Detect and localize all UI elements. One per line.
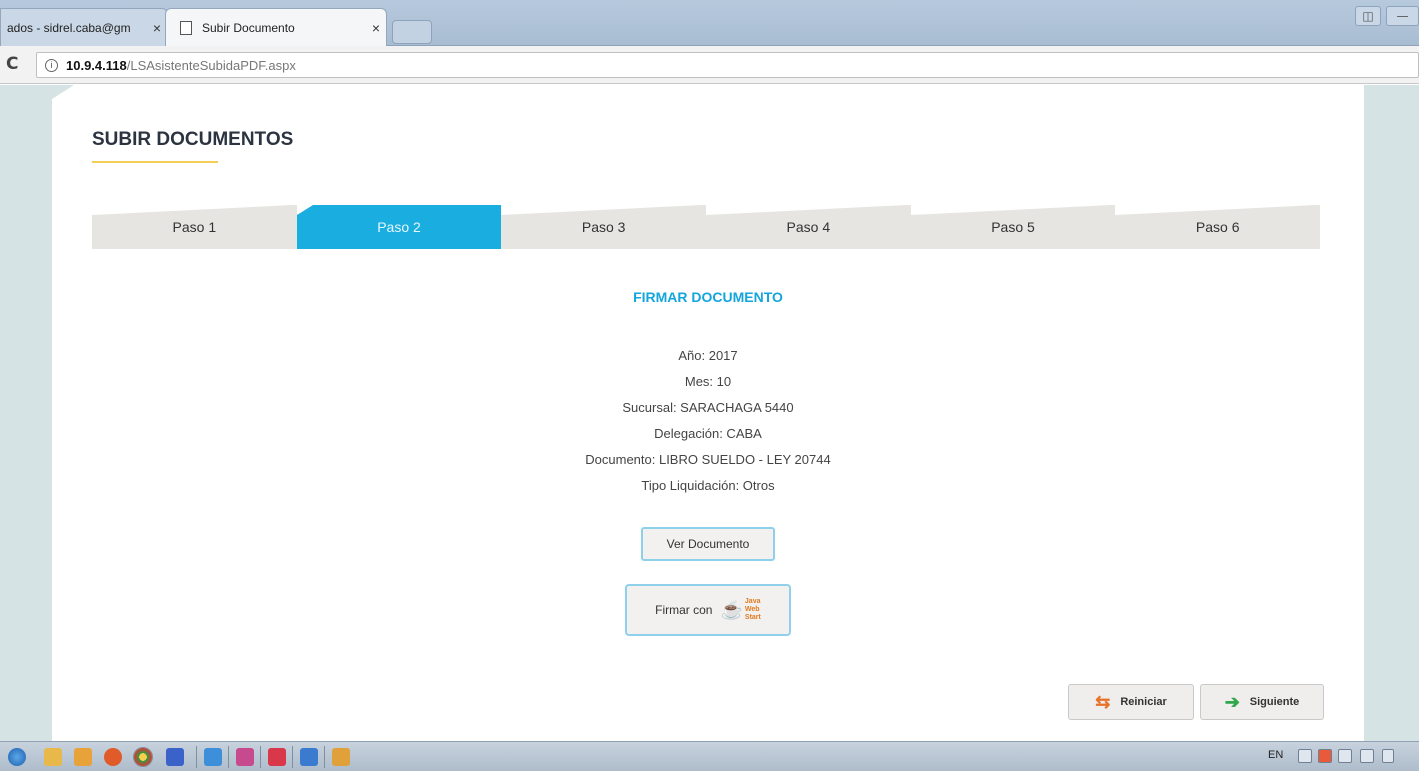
taskbar-separator — [324, 746, 325, 768]
app-icon[interactable] — [332, 748, 350, 766]
shield-icon[interactable] — [268, 748, 286, 766]
network-icon[interactable] — [300, 748, 318, 766]
firmar-label: Firmar con — [655, 603, 713, 617]
ver-documento-button[interactable]: Ver Documento — [641, 527, 775, 561]
siguiente-button[interactable]: ➔ Siguiente — [1200, 684, 1324, 720]
step-4: Paso 4 — [706, 205, 911, 249]
alert-icon[interactable] — [1318, 749, 1332, 763]
step-1: Paso 1 — [92, 205, 297, 249]
java-web-start-icon: ☕ Java Web Start — [720, 598, 760, 622]
step-2-active: Paso 2 — [296, 205, 502, 249]
title-underline — [92, 161, 218, 163]
step-label: Paso 3 — [581, 219, 626, 235]
info-delegacion: Delegación: CABA — [654, 426, 762, 441]
address-bar: C i 10.9.4.118 /LSAsistenteSubidaPDF.asp… — [0, 46, 1419, 84]
browser-tab-subir-documento[interactable]: Subir Documento × — [165, 8, 387, 46]
step-label: Paso 4 — [786, 219, 831, 235]
step-3: Paso 3 — [501, 205, 707, 249]
network-tray-icon[interactable] — [1360, 749, 1374, 763]
tab-title: Subir Documento — [202, 20, 295, 35]
taskbar-separator — [292, 746, 293, 768]
document-info: Año: 2017 Mes: 10 Sucursal: SARACHAGA 54… — [52, 343, 1364, 499]
document-icon — [180, 20, 192, 35]
tab-close-icon[interactable]: × — [366, 20, 386, 36]
step-6: Paso 6 — [1115, 205, 1321, 249]
firefox-icon[interactable] — [104, 748, 122, 766]
volume-icon[interactable] — [1382, 749, 1394, 763]
taskbar-separator — [228, 746, 229, 768]
taskbar-separator — [196, 746, 197, 768]
infinity-icon[interactable] — [166, 748, 184, 766]
step-5: Paso 5 — [910, 205, 1116, 249]
java-cup-icon: ☕ — [720, 600, 743, 620]
start-icon[interactable] — [8, 748, 26, 766]
browser-tab-strip: ados - sidrel.caba@gm × Subir Documento … — [0, 0, 1419, 46]
app-icon[interactable] — [236, 748, 254, 766]
wizard-steps: Paso 1 Paso 2 Paso 3 Paso 4 Paso 5 Paso … — [92, 205, 1321, 249]
page-title: SUBIR DOCUMENTOS — [92, 129, 294, 150]
java-logo-line: Start — [744, 614, 761, 621]
page-card: SUBIR DOCUMENTOS Paso 1 Paso 2 Paso 3 Pa… — [52, 85, 1364, 741]
java-logo-line: Web — [744, 606, 760, 613]
url-path: /LSAsistenteSubidaPDF.aspx — [126, 57, 296, 73]
media-player-icon[interactable] — [74, 748, 92, 766]
info-documento: Documento: LIBRO SUELDO - LEY 20744 — [585, 452, 831, 467]
minimize-window-button[interactable]: — — [1386, 6, 1419, 26]
step-label: Paso 5 — [991, 219, 1035, 235]
user-profile-icon[interactable]: ◫ — [1355, 6, 1381, 26]
language-indicator[interactable]: EN — [1268, 749, 1283, 761]
info-anio: Año: 2017 — [678, 348, 738, 363]
reiniciar-label: Reiniciar — [1120, 696, 1167, 708]
url-input[interactable]: i 10.9.4.118 /LSAsistenteSubidaPDF.aspx — [36, 52, 1419, 78]
explorer-icon[interactable] — [44, 748, 62, 766]
url-host: 10.9.4.118 — [66, 57, 127, 73]
info-icon[interactable]: i — [45, 58, 58, 72]
step-label: Paso 2 — [377, 219, 421, 235]
info-sucursal: Sucursal: SARACHAGA 5440 — [622, 400, 794, 415]
reload-icon[interactable]: C — [6, 54, 18, 74]
tab-title: ados - sidrel.caba@gm — [7, 20, 131, 35]
siguiente-label: Siguiente — [1249, 696, 1300, 708]
arrow-right-icon: ➔ — [1224, 691, 1240, 712]
step-label: Paso 6 — [1195, 219, 1240, 235]
info-mes: Mes: 10 — [684, 374, 732, 389]
firmar-con-java-button[interactable]: Firmar con ☕ Java Web Start — [625, 584, 791, 636]
app-icon[interactable] — [204, 748, 222, 766]
info-tipo-liquidacion: Tipo Liquidación: Otros — [641, 478, 775, 493]
monitor-icon[interactable] — [1338, 749, 1352, 763]
windows-taskbar: EN — [0, 741, 1419, 771]
browser-tab-gmail[interactable]: ados - sidrel.caba@gm × — [0, 8, 168, 46]
section-title: FIRMAR DOCUMENTO — [633, 289, 783, 305]
java-logo-text: Java Web Start — [745, 598, 761, 622]
page-viewport: SUBIR DOCUMENTOS Paso 1 Paso 2 Paso 3 Pa… — [0, 85, 1419, 741]
new-tab-button[interactable] — [392, 20, 432, 44]
java-logo-line: Java — [744, 598, 761, 605]
keyboard-icon[interactable] — [1298, 749, 1312, 763]
taskbar-separator — [260, 746, 261, 768]
swap-arrows-icon: ⇆ — [1095, 691, 1111, 712]
tab-close-icon[interactable]: × — [147, 20, 167, 36]
reiniciar-button[interactable]: ⇆ Reiniciar — [1068, 684, 1194, 720]
step-label: Paso 1 — [172, 219, 217, 235]
chrome-icon[interactable] — [133, 747, 153, 767]
